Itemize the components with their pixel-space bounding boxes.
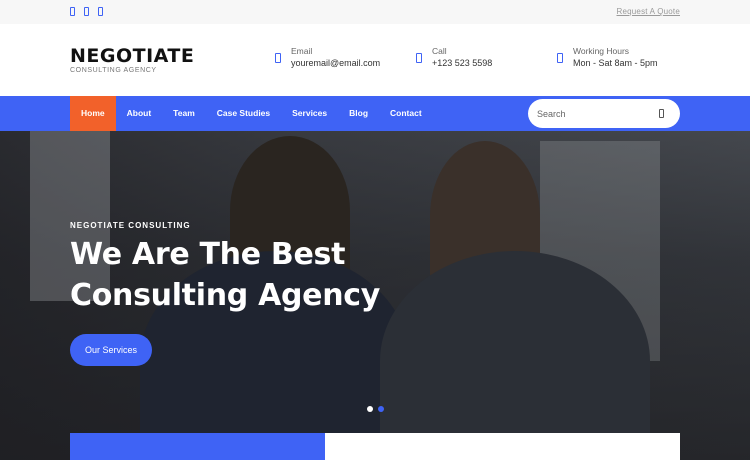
- nav-item-services[interactable]: Services: [281, 96, 338, 131]
- clock-icon: [557, 53, 563, 63]
- top-bar: Request A Quote: [0, 0, 750, 24]
- nav-item-contact[interactable]: Contact: [379, 96, 433, 131]
- request-quote-link[interactable]: Request A Quote: [617, 7, 681, 16]
- nav-item-home[interactable]: Home: [70, 96, 116, 131]
- brand-name: NEGOTIATE: [70, 45, 195, 67]
- header: NEGOTIATE CONSULTING AGENCY Email yourem…: [0, 24, 750, 96]
- contact-hours: Working Hours Mon - Sat 8am - 5pm: [557, 46, 658, 70]
- facebook-icon[interactable]: [70, 7, 75, 16]
- hero-heading-line1: We Are The Best: [70, 237, 346, 272]
- hero-heading: We Are The Best Consulting Agency: [70, 234, 490, 316]
- slider-dot[interactable]: [367, 406, 373, 412]
- nav-item-team[interactable]: Team: [162, 96, 206, 131]
- search-input[interactable]: [537, 105, 652, 122]
- email-icon: [275, 53, 281, 63]
- search-icon[interactable]: [659, 109, 664, 118]
- nav-item-blog[interactable]: Blog: [338, 96, 379, 131]
- contact-label: Working Hours: [573, 46, 630, 56]
- search-box: [528, 99, 680, 128]
- contact-label: Call: [432, 46, 447, 56]
- contact-value: youremail@email.com: [291, 58, 381, 68]
- contact-email: Email youremail@email.com: [275, 46, 380, 70]
- twitter-icon[interactable]: [84, 7, 89, 16]
- main-nav: Home About Team Case Studies Services Bl…: [0, 96, 750, 131]
- contact-call: Call +123 523 5598: [416, 46, 492, 70]
- contact-label: Email: [291, 46, 313, 56]
- contact-value: Mon - Sat 8am - 5pm: [573, 58, 658, 68]
- phone-icon: [416, 53, 422, 63]
- slider-dots: [367, 406, 384, 412]
- contact-value: +123 523 5598: [432, 58, 493, 68]
- hero-slider: NEGOTIATE CONSULTING We Are The Best Con…: [0, 131, 750, 460]
- feature-box-white: [325, 433, 680, 460]
- nav-item-case-studies[interactable]: Case Studies: [206, 96, 281, 131]
- social-links: [70, 7, 103, 16]
- feature-box-blue: [70, 433, 325, 460]
- nav-item-about[interactable]: About: [116, 96, 163, 131]
- hero-tagline: NEGOTIATE CONSULTING: [70, 221, 191, 230]
- instagram-icon[interactable]: [98, 7, 103, 16]
- logo[interactable]: NEGOTIATE CONSULTING AGENCY: [70, 46, 194, 74]
- hero-heading-line2: Consulting Agency: [70, 278, 381, 313]
- slider-dot-active[interactable]: [378, 406, 384, 412]
- our-services-button[interactable]: Our Services: [70, 334, 152, 366]
- brand-tagline: CONSULTING AGENCY: [70, 67, 157, 74]
